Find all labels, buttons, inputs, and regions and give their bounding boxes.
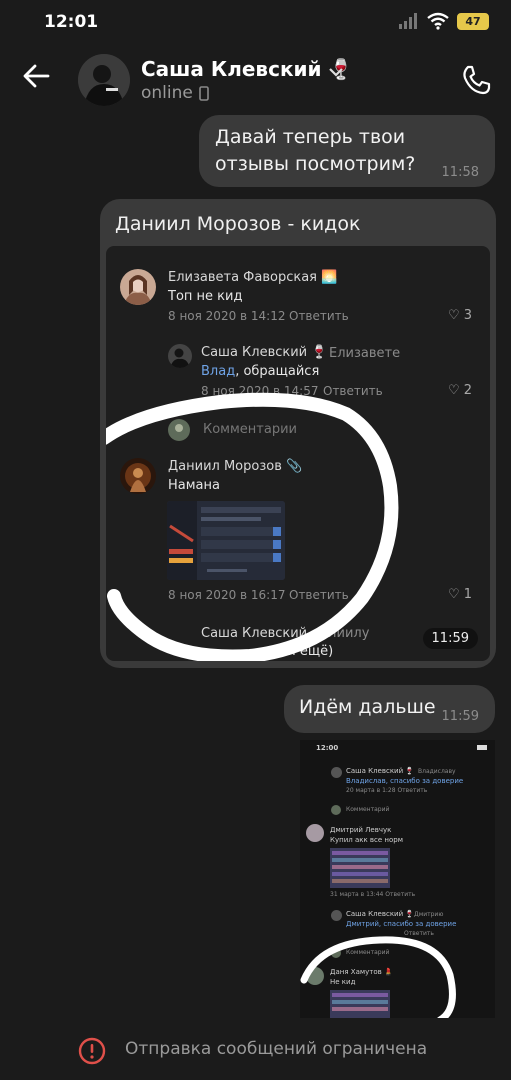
warning-icon [78, 1037, 106, 1065]
comment-author: Саша Клевский 🍷 [201, 345, 328, 360]
message-time: 11:59 [441, 709, 479, 724]
avatar [331, 805, 341, 815]
outgoing-message[interactable]: Идём дальше 11:59 [284, 685, 495, 733]
contact-avatar[interactable] [78, 54, 130, 106]
comments-link: Комментарий [346, 806, 390, 813]
message-time: 11:59 [422, 628, 478, 649]
comment-text-rest: , обращайся [235, 364, 320, 379]
outgoing-message[interactable]: Давай теперь твои отзывы посмотрим? 11:5… [199, 115, 495, 187]
reply-link: Ответить [289, 309, 349, 323]
avatar [331, 767, 342, 778]
comment-text: Купил акк все норм [330, 836, 403, 844]
contact-name[interactable]: Саша Клевский 🍷 [141, 57, 353, 81]
outgoing-image-message[interactable]: 12:00 Саша Клевский 🍷 Владиславу Владисл… [300, 740, 495, 1018]
comment-date: 31 марта в 13:44 Ответить [330, 891, 416, 898]
scribble-annotation [300, 936, 456, 1018]
comment-author: Саша Клевский 🍷 [346, 910, 415, 918]
back-arrow-icon[interactable] [22, 62, 50, 96]
comment-date: 8 ноя 2020 в 14:12 [168, 309, 286, 323]
like-counter: ♡ 3 [448, 308, 473, 323]
reply-to: Елизавете [329, 346, 401, 361]
message-time: 11:58 [441, 165, 479, 180]
mention-link: Влад [201, 364, 236, 379]
scribble-annotation [106, 392, 399, 661]
like-count: 1 [463, 587, 473, 602]
avatar [168, 344, 192, 368]
comment-author: Дмитрий Левчук [330, 826, 392, 834]
screenshot-time: 12:00 [316, 744, 339, 752]
like-counter: ♡ 1 [448, 587, 473, 602]
comment-text: Влад, обращайся [201, 364, 319, 379]
like-count: 2 [463, 383, 473, 398]
comment-author: Саша Клевский 🍷 [346, 767, 415, 775]
reply-to: Владиславу [418, 768, 456, 775]
comment-author: Елизавета Фаворская 🌅 [168, 270, 338, 285]
contact-status: online [141, 83, 193, 103]
comment-text: Дмитрий, спасибо за доверие [346, 920, 457, 928]
comment-text: Владислав, спасибо за доверие [346, 777, 464, 785]
avatar [331, 910, 342, 921]
signal-icon [399, 13, 417, 29]
comment-text: Топ не кид [168, 289, 243, 304]
avatar [306, 824, 324, 842]
comment-date: 20 марта в 1:28 Ответить [346, 787, 428, 794]
restriction-text: Отправка сообщений ограничена [125, 1039, 428, 1059]
attached-screenshot[interactable]: Елизавета Фаворская 🌅 Топ не кид 8 ноя 2… [106, 246, 490, 661]
wifi-icon [427, 12, 449, 30]
chevron-down-icon[interactable] [328, 66, 344, 78]
outgoing-image-message[interactable]: Даниил Морозов - кидок Елизавета Фаворск… [100, 199, 496, 668]
like-counter: ♡ 2 [448, 383, 473, 398]
message-caption: Даниил Морозов - кидок [115, 213, 361, 235]
battery-icon: 47 [457, 13, 489, 30]
comment-image [330, 848, 390, 888]
phone-call-icon[interactable] [460, 64, 492, 96]
avatar [120, 269, 156, 305]
reply-to: Дмитрию [414, 911, 444, 918]
message-text: Идём дальше [299, 696, 436, 718]
mobile-device-icon [199, 86, 209, 101]
status-time: 12:01 [44, 12, 99, 32]
like-count: 3 [463, 308, 473, 323]
status-bar: 12:01 47 [0, 0, 511, 44]
battery-icon [477, 745, 487, 750]
